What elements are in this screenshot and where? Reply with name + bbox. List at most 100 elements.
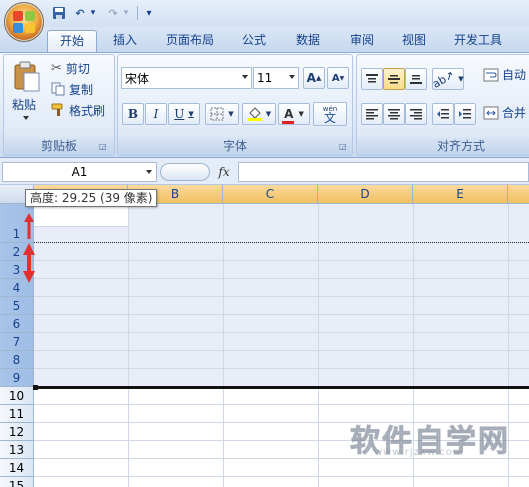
copy-button[interactable]: 复制: [51, 80, 93, 98]
insert-function-button[interactable]: fx: [212, 162, 236, 182]
caret-down-icon: ▼: [339, 74, 345, 82]
office-button[interactable]: [4, 2, 44, 42]
phonetic-char: 文: [323, 111, 336, 125]
bold-button[interactable]: B: [122, 103, 144, 125]
decrease-indent-button[interactable]: [432, 103, 454, 125]
formula-input[interactable]: [238, 162, 529, 182]
column-header-f[interactable]: [508, 185, 529, 204]
redo-button[interactable]: ↷: [104, 5, 122, 21]
chevron-down-icon: [146, 170, 152, 174]
tab-insert[interactable]: 插入: [104, 30, 146, 52]
chevron-down-icon: [289, 75, 295, 79]
tab-home[interactable]: 开始: [47, 30, 97, 52]
tab-data[interactable]: 数据: [286, 30, 330, 52]
row-header-15[interactable]: 15: [0, 477, 34, 487]
paste-button[interactable]: 粘贴: [9, 59, 45, 131]
active-cell[interactable]: [34, 204, 129, 226]
tab-review[interactable]: 审阅: [340, 30, 384, 52]
align-center-button[interactable]: [383, 103, 405, 125]
column-header-c[interactable]: C: [223, 185, 318, 204]
align-bottom-icon: [410, 75, 422, 84]
fill-color-button[interactable]: ▼: [242, 103, 276, 125]
chevron-down-icon: ▼: [458, 75, 464, 83]
row-header-9[interactable]: 9: [0, 369, 34, 387]
tab-view[interactable]: 视图: [392, 30, 436, 52]
text-orientation-icon: ab↗: [430, 67, 457, 91]
name-box[interactable]: A1: [2, 162, 157, 182]
italic-button[interactable]: I: [145, 103, 167, 125]
formula-bar-expand-handle[interactable]: [160, 163, 210, 181]
dialog-launcher-icon[interactable]: ◲: [339, 142, 349, 152]
resize-up-arrow-icon: [24, 213, 34, 239]
tab-page-layout[interactable]: 页面布局: [158, 30, 222, 52]
align-center-icon: [388, 109, 400, 120]
chevron-down-icon: ▾: [146, 7, 152, 19]
font-size-select[interactable]: 11: [253, 67, 299, 89]
merge-center-button[interactable]: 合并: [483, 104, 526, 121]
font-size-value: 11: [257, 71, 273, 85]
border-icon: [210, 107, 224, 121]
save-button[interactable]: [50, 5, 68, 21]
chevron-down-icon: [242, 75, 248, 79]
dialog-launcher-icon[interactable]: ◲: [99, 142, 109, 152]
row-header-11[interactable]: 11: [0, 405, 34, 423]
format-painter-label: 格式刷: [69, 103, 106, 118]
undo-button[interactable]: ↶: [71, 5, 89, 21]
paintbrush-icon: [51, 103, 63, 116]
grow-font-button[interactable]: A ▲: [303, 67, 325, 89]
redo-dropdown[interactable]: ▾: [121, 5, 131, 21]
align-bottom-button[interactable]: [405, 68, 427, 90]
font-color-button[interactable]: A ▼: [278, 103, 310, 125]
chevron-down-icon: ▼: [188, 110, 194, 118]
chevron-down-icon: ▼: [228, 110, 234, 118]
qat-separator: [137, 6, 138, 20]
font-name-select[interactable]: 宋体: [121, 67, 252, 89]
increase-indent-button[interactable]: [454, 103, 476, 125]
row-header-8[interactable]: 8: [0, 351, 34, 369]
align-right-button[interactable]: [405, 103, 427, 125]
merge-center-label: 合并: [502, 106, 527, 120]
phonetic-guide-button[interactable]: wén 文: [313, 102, 347, 126]
scissors-icon: ✂: [51, 60, 62, 76]
row-header-10[interactable]: 10: [0, 387, 34, 405]
cut-button[interactable]: ✂ 剪切: [51, 59, 90, 77]
font-name-value: 宋体: [125, 71, 150, 86]
chevron-down-icon: [23, 116, 29, 120]
borders-button[interactable]: ▼: [205, 103, 239, 125]
row-header-5[interactable]: 5: [0, 297, 34, 315]
wrap-text-button[interactable]: 自动: [483, 66, 526, 83]
align-top-icon: [366, 74, 378, 83]
tab-formulas[interactable]: 公式: [232, 30, 276, 52]
column-header-e[interactable]: E: [413, 185, 508, 204]
resize-double-arrow-icon: [23, 243, 35, 283]
office-logo-icon: [13, 11, 35, 33]
customize-qat-button[interactable]: ▾: [143, 5, 155, 21]
align-top-button[interactable]: [361, 68, 383, 90]
row-header-13[interactable]: 13: [0, 441, 34, 459]
undo-dropdown[interactable]: ▾: [88, 5, 98, 21]
row-header-6[interactable]: 6: [0, 315, 34, 333]
align-middle-button[interactable]: [383, 68, 405, 90]
column-header-d[interactable]: D: [318, 185, 413, 204]
fill-handle[interactable]: [33, 385, 38, 390]
tab-developer[interactable]: 开发工具: [446, 30, 510, 52]
wrap-text-icon: [483, 68, 499, 81]
chevron-down-icon: ▼: [298, 110, 304, 118]
row-header-12[interactable]: 12: [0, 423, 34, 441]
row-height-tooltip: 高度: 29.25 (39 像素): [25, 189, 158, 207]
paste-icon: [14, 61, 40, 92]
align-left-button[interactable]: [361, 103, 383, 125]
shrink-font-button[interactable]: A ▼: [327, 67, 349, 89]
row-header-14[interactable]: 14: [0, 459, 34, 477]
worksheet-grid[interactable]: A B C D E 1 2 3 4 5 6 7 8 9 10 11 12 13 …: [0, 185, 529, 487]
cut-label: 剪切: [65, 61, 90, 76]
row-header-7[interactable]: 7: [0, 333, 34, 351]
name-box-value: A1: [71, 165, 88, 179]
chevron-down-icon: ▼: [265, 110, 272, 118]
caret-up-icon: ▲: [315, 74, 322, 82]
font-color-icon: A: [282, 107, 295, 124]
orientation-button[interactable]: ab↗ ▼: [430, 67, 464, 91]
format-painter-button[interactable]: 格式刷: [51, 101, 105, 119]
fx-icon: fx: [218, 165, 230, 179]
underline-button[interactable]: U ▼: [168, 103, 200, 125]
